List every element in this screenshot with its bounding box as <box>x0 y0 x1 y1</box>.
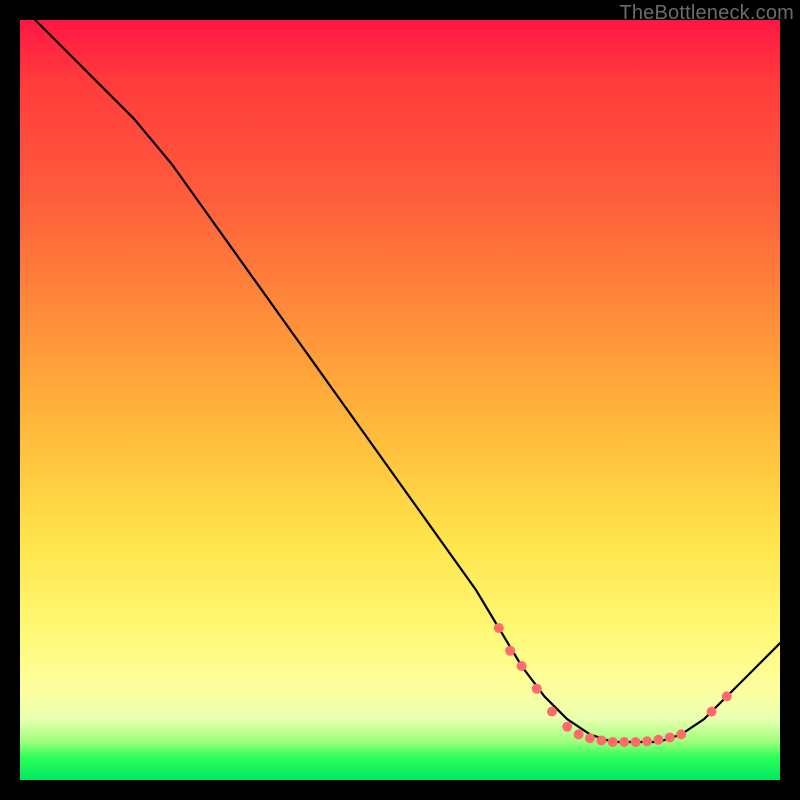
data-point <box>596 735 606 745</box>
plot-area <box>20 20 780 780</box>
data-point <box>665 732 675 742</box>
data-point <box>562 722 572 732</box>
chart-frame: TheBottleneck.com <box>0 0 800 800</box>
data-point <box>676 729 686 739</box>
data-point <box>722 691 732 701</box>
data-point <box>494 623 504 633</box>
data-point <box>642 736 652 746</box>
watermark-text: TheBottleneck.com <box>619 2 794 25</box>
data-point <box>707 707 717 717</box>
data-point <box>608 737 618 747</box>
data-point <box>505 646 515 656</box>
data-point <box>653 735 663 745</box>
data-point <box>532 684 542 694</box>
data-point <box>574 729 584 739</box>
bottleneck-curve <box>35 20 780 742</box>
data-point <box>585 733 595 743</box>
data-point <box>547 707 557 717</box>
data-point <box>517 661 527 671</box>
data-point <box>619 737 629 747</box>
marker-group <box>494 623 732 747</box>
curve-svg <box>20 20 780 780</box>
data-point <box>631 737 641 747</box>
